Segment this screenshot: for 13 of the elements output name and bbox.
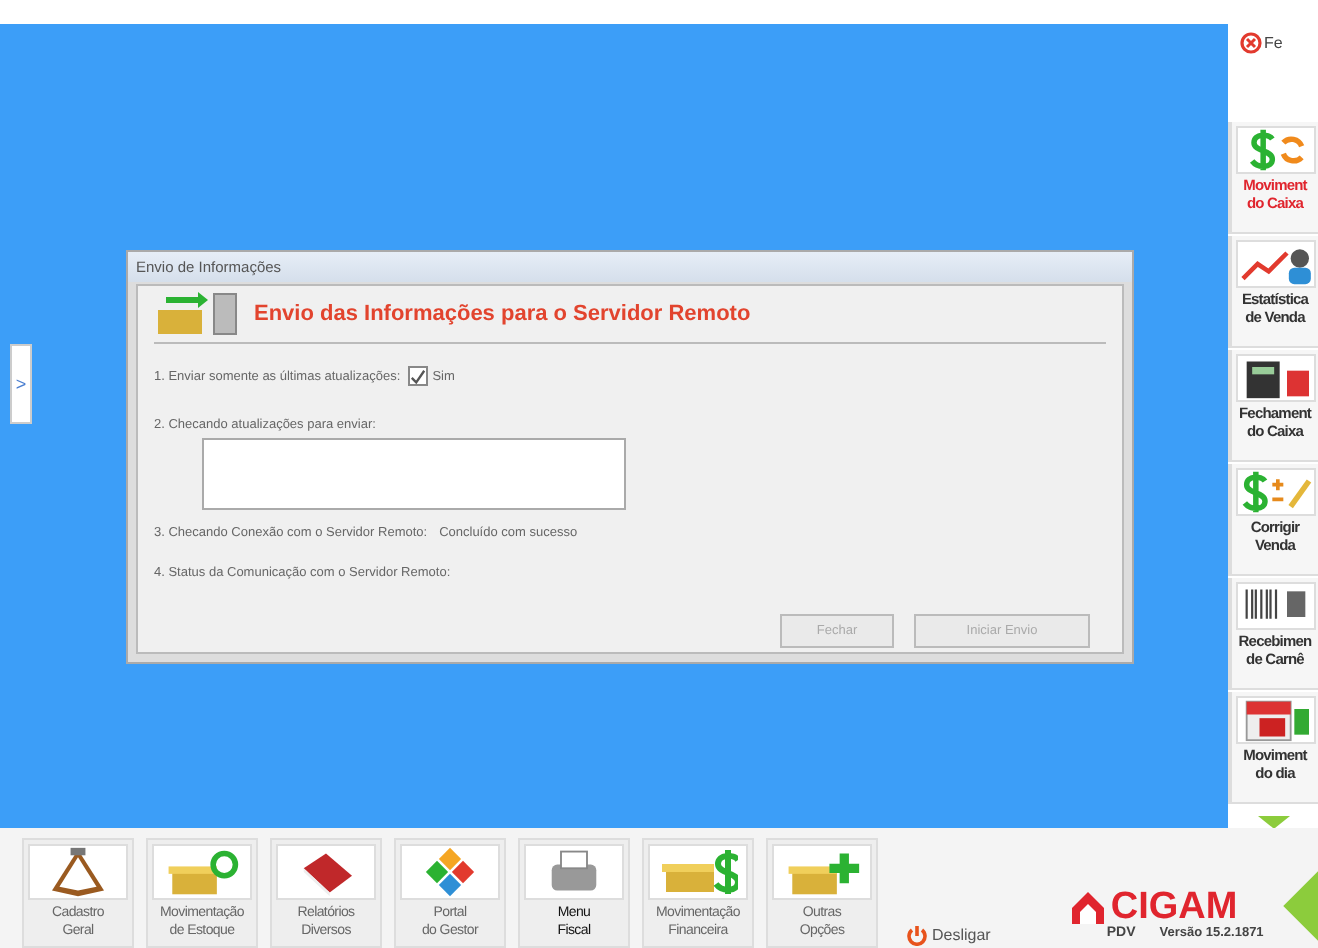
box-dollar-icon [658,846,738,898]
house-logo-icon [1070,890,1107,926]
close-button[interactable]: Fe [1228,24,1318,58]
checkmark-icon [410,368,427,386]
dollar-pencil-icon [1237,469,1313,514]
brand-name: CIGAM [1110,890,1238,926]
close-icon [1240,32,1262,55]
dialog-heading: Envio das Informações para o Servidor Remoto [254,302,751,326]
side-panel-tab[interactable]: > [10,344,32,424]
updates-list-field[interactable] [202,438,626,510]
shutdown-button[interactable]: Desligar [906,924,991,946]
power-icon [906,924,928,946]
box-server-icon [154,290,242,338]
